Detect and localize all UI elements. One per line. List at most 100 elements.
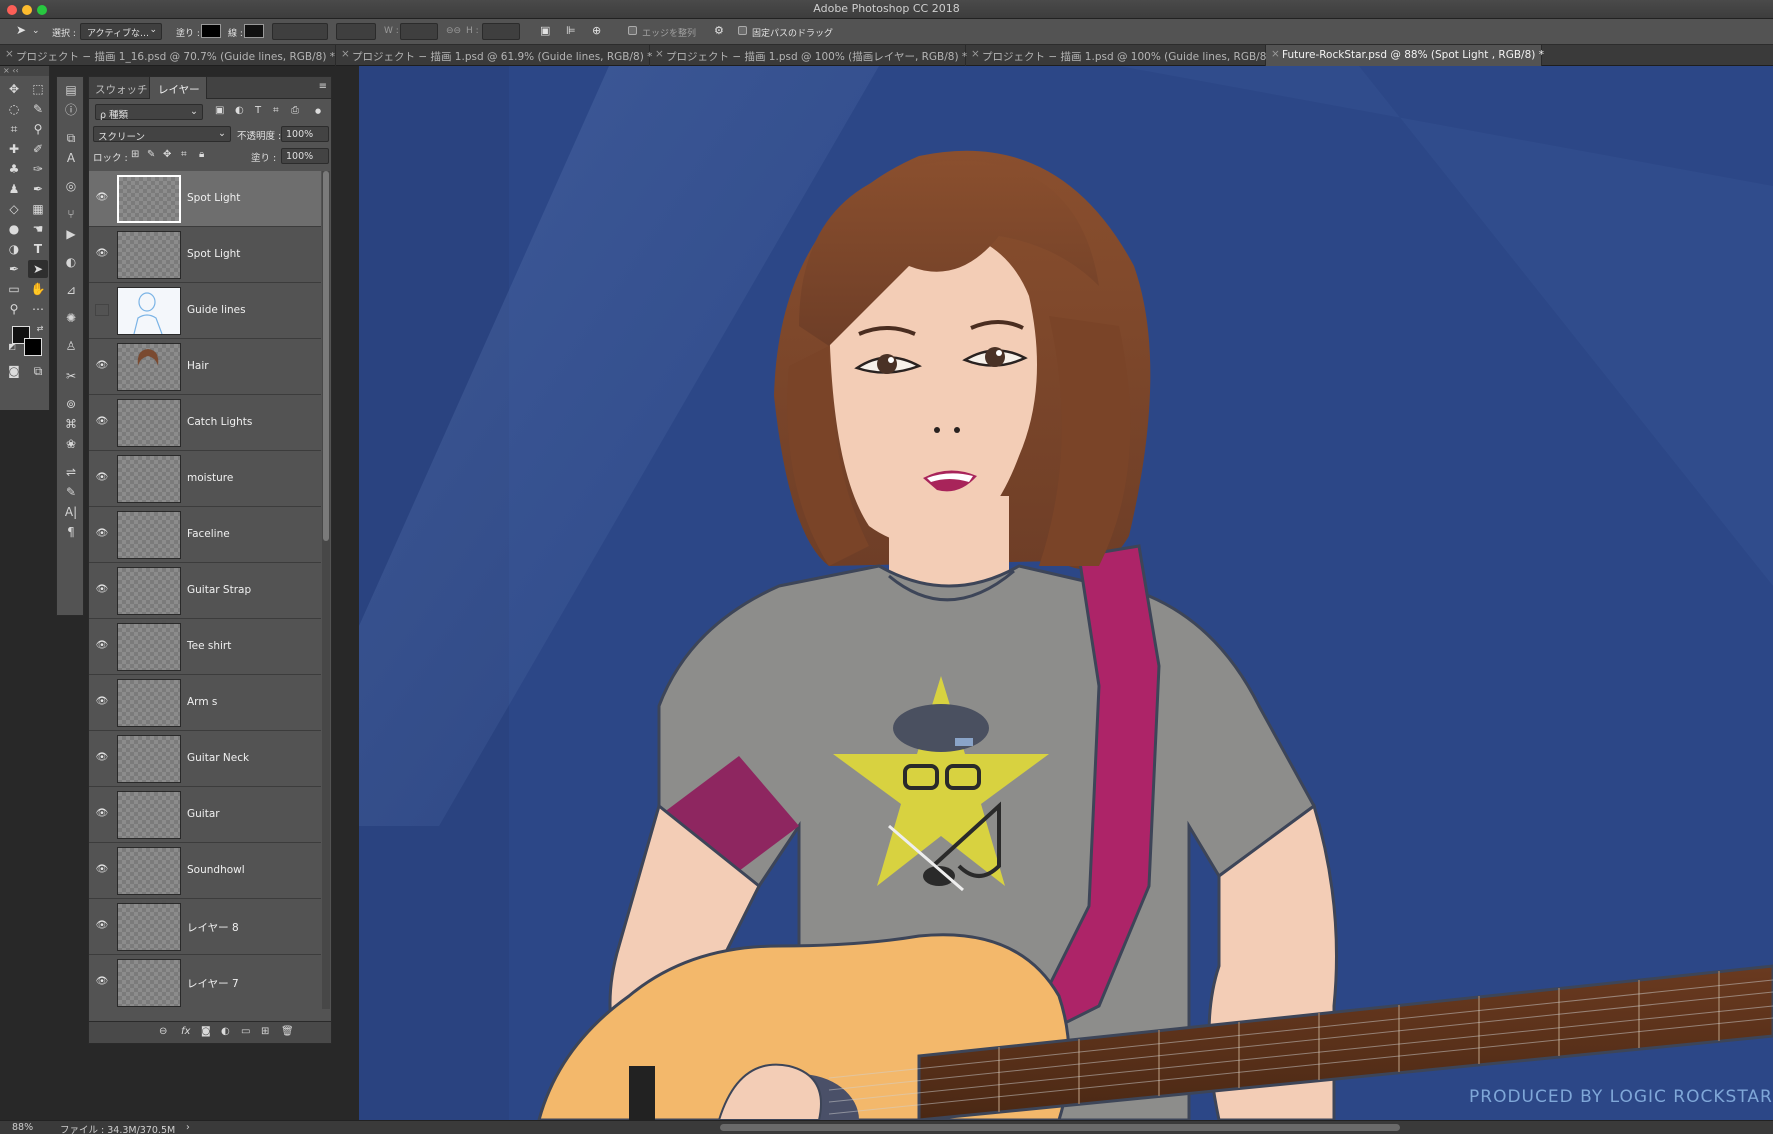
trash-icon[interactable]: 🗑︎ — [281, 1026, 294, 1037]
layer-row[interactable]: 👁︎ Guitar Strap — [89, 563, 321, 619]
path-operations-icon[interactable]: ▣ — [540, 24, 550, 37]
rectangle-tool-icon[interactable]: ▭ — [4, 280, 24, 298]
eye-icon[interactable]: 👁︎ — [95, 640, 109, 652]
tab-swatches[interactable]: スウォッチ — [95, 77, 148, 99]
layer-row[interactable]: 👁︎ Spot Light — [89, 171, 321, 227]
channels-icon[interactable]: ⊚ — [61, 395, 81, 413]
stroke-type-dropdown[interactable] — [336, 23, 376, 40]
layer-row[interactable]: 👁︎ Tee shirt — [89, 619, 321, 675]
hand-tool-icon[interactable]: ✋ — [28, 280, 48, 298]
crop-tool-icon[interactable]: ⌗ — [4, 120, 24, 138]
path-selection-tool-icon[interactable]: ➤ — [28, 260, 48, 278]
filter-toggle-icon[interactable]: ● — [315, 107, 321, 115]
filter-type-icon[interactable]: T — [255, 105, 261, 116]
horizontal-scrollbar[interactable] — [720, 1124, 1400, 1131]
close-icon[interactable]: × — [971, 48, 980, 60]
paragraph-icon[interactable]: ¶ — [61, 523, 81, 541]
tool-presets-icon[interactable]: ♙ — [61, 337, 81, 355]
constrain-path-checkbox[interactable] — [738, 26, 747, 35]
document-canvas[interactable]: PRODUCED BY LOGIC ROCKSTAR — [359, 66, 1773, 1120]
eye-icon[interactable]: 👁︎ — [95, 864, 109, 876]
character-icon[interactable]: A — [61, 149, 81, 167]
fill-swatch[interactable] — [201, 24, 221, 38]
lock-image-icon[interactable]: ✎ — [147, 149, 155, 160]
lock-artboard-icon[interactable]: ⌗ — [181, 149, 187, 160]
status-menu-chevron-icon[interactable]: › — [186, 1122, 190, 1133]
type-tool-icon[interactable]: T — [28, 240, 48, 258]
layer-row[interactable]: Guide lines — [89, 283, 321, 339]
history-brush-tool-icon[interactable]: ✑ — [28, 160, 48, 178]
color-icon[interactable]: ❀ — [61, 435, 81, 453]
eye-icon[interactable]: 👁︎ — [95, 416, 109, 428]
new-group-icon[interactable]: ▭ — [241, 1026, 250, 1037]
eye-icon[interactable]: 👁︎ — [95, 584, 109, 596]
layer-row[interactable]: 👁︎ Hair — [89, 339, 321, 395]
new-layer-icon[interactable]: ⊞ — [261, 1026, 269, 1037]
layer-comps-icon[interactable]: ⇌ — [61, 463, 81, 481]
actions-icon[interactable]: ▶ — [61, 225, 81, 243]
character-styles-icon[interactable]: A| — [61, 503, 81, 521]
layer-row[interactable]: 👁︎ Guitar — [89, 787, 321, 843]
layer-row[interactable]: 👁︎ Guitar Neck — [89, 731, 321, 787]
opacity-field[interactable]: 100% — [281, 126, 329, 142]
filter-kind-dropdown[interactable]: ρ 種類 ⌄ — [95, 104, 203, 121]
path-selection-tool-icon[interactable]: ➤ — [16, 23, 26, 37]
eye-icon[interactable]: 👁︎ — [95, 192, 109, 204]
stroke-swatch[interactable] — [244, 24, 264, 38]
layer-row[interactable]: 👁︎ レイヤー 8 — [89, 899, 321, 955]
swap-colors-icon[interactable]: ⇄ — [30, 320, 50, 338]
tool-preset-chevron-icon[interactable]: ⌄ — [32, 26, 40, 36]
marquee-tool-icon[interactable]: ⬚ — [28, 80, 48, 98]
layer-row[interactable]: 👁︎ moisture — [89, 451, 321, 507]
pen-tool-icon[interactable]: ✒ — [4, 260, 24, 278]
document-tab[interactable]: × プロジェクト − 描画 1.psd @ 61.9% (Guide lines… — [336, 45, 652, 66]
adjustments-icon[interactable]: ◐ — [61, 253, 81, 271]
adjustment-layer-icon[interactable]: ◐ — [221, 1026, 230, 1037]
brushes-icon[interactable]: ✎ — [61, 483, 81, 501]
smudge-tool-icon[interactable]: ☚ — [28, 220, 48, 238]
tab-layers[interactable]: レイヤー — [149, 77, 207, 99]
background-color-swatch[interactable] — [24, 338, 42, 356]
eye-icon[interactable]: 👁︎ — [95, 920, 109, 932]
move-tool-icon[interactable]: ✥ — [4, 80, 24, 98]
brush-settings-icon[interactable]: ⑂ — [61, 205, 81, 223]
filter-adjustment-icon[interactable]: ◐ — [235, 105, 244, 116]
layer-row[interactable]: 👁︎ Catch Lights — [89, 395, 321, 451]
close-icon[interactable]: × — [1271, 48, 1280, 60]
layer-list-scrollbar[interactable] — [322, 171, 330, 1009]
eye-icon[interactable]: 👁︎ — [95, 808, 109, 820]
stroke-width-field[interactable] — [272, 23, 328, 40]
quick-select-tool-icon[interactable]: ✎ — [28, 100, 48, 118]
link-icon[interactable]: ⊖⊖ — [446, 26, 461, 36]
zoom-tool-icon[interactable]: ⚲ — [4, 300, 24, 318]
eye-icon[interactable]: 👁︎ — [95, 472, 109, 484]
filter-smart-object-icon[interactable]: ⎙ — [291, 105, 299, 116]
dodge-tool-icon[interactable]: ◑ — [4, 240, 24, 258]
gradient-tool-icon[interactable]: ▦ — [28, 200, 48, 218]
path-alignment-icon[interactable]: ⊫ — [566, 24, 576, 37]
info-icon[interactable]: ⓘ — [61, 101, 81, 119]
document-tab[interactable]: × プロジェクト − 描画 1.psd @ 100% (描画レイヤー, RGB/… — [650, 45, 967, 66]
clone-stamp-tool-icon[interactable]: ♣ — [4, 160, 24, 178]
libraries-icon[interactable]: ◎ — [61, 177, 81, 195]
eye-icon[interactable]: 👁︎ — [95, 976, 109, 988]
close-icon[interactable]: × — [655, 48, 664, 60]
eye-icon[interactable]: 👁︎ — [95, 248, 109, 260]
more-tools-icon[interactable]: ⋯ — [28, 300, 48, 318]
gear-icon[interactable]: ⚙ — [714, 24, 724, 37]
layer-row[interactable]: 👁︎ Faceline — [89, 507, 321, 563]
lock-transparent-icon[interactable]: ⊞ — [131, 149, 139, 160]
lasso-tool-icon[interactable]: ◌ — [4, 100, 24, 118]
path-arrangement-icon[interactable]: ⊕ — [592, 24, 601, 37]
clone-source-icon[interactable]: ⧉ — [61, 129, 81, 147]
link-layers-icon[interactable]: ⊖ — [159, 1026, 167, 1037]
filter-pixel-icon[interactable]: ▣ — [215, 105, 224, 116]
zoom-level[interactable]: 88% — [12, 1122, 33, 1133]
document-tab[interactable]: × プロジェクト − 描画 1_16.psd @ 70.7% (Guide li… — [0, 45, 336, 66]
layer-row[interactable]: 👁︎ Spot Light — [89, 227, 321, 283]
align-edges-checkbox[interactable] — [628, 26, 637, 35]
document-tab-active[interactable]: × Future-RockStar.psd @ 88% (Spot Light … — [1266, 45, 1544, 66]
select-dropdown[interactable]: アクティブな… ⌄ — [80, 23, 162, 40]
layer-style-icon[interactable]: fx — [181, 1026, 190, 1037]
paths-icon[interactable]: ⌘ — [61, 415, 81, 433]
